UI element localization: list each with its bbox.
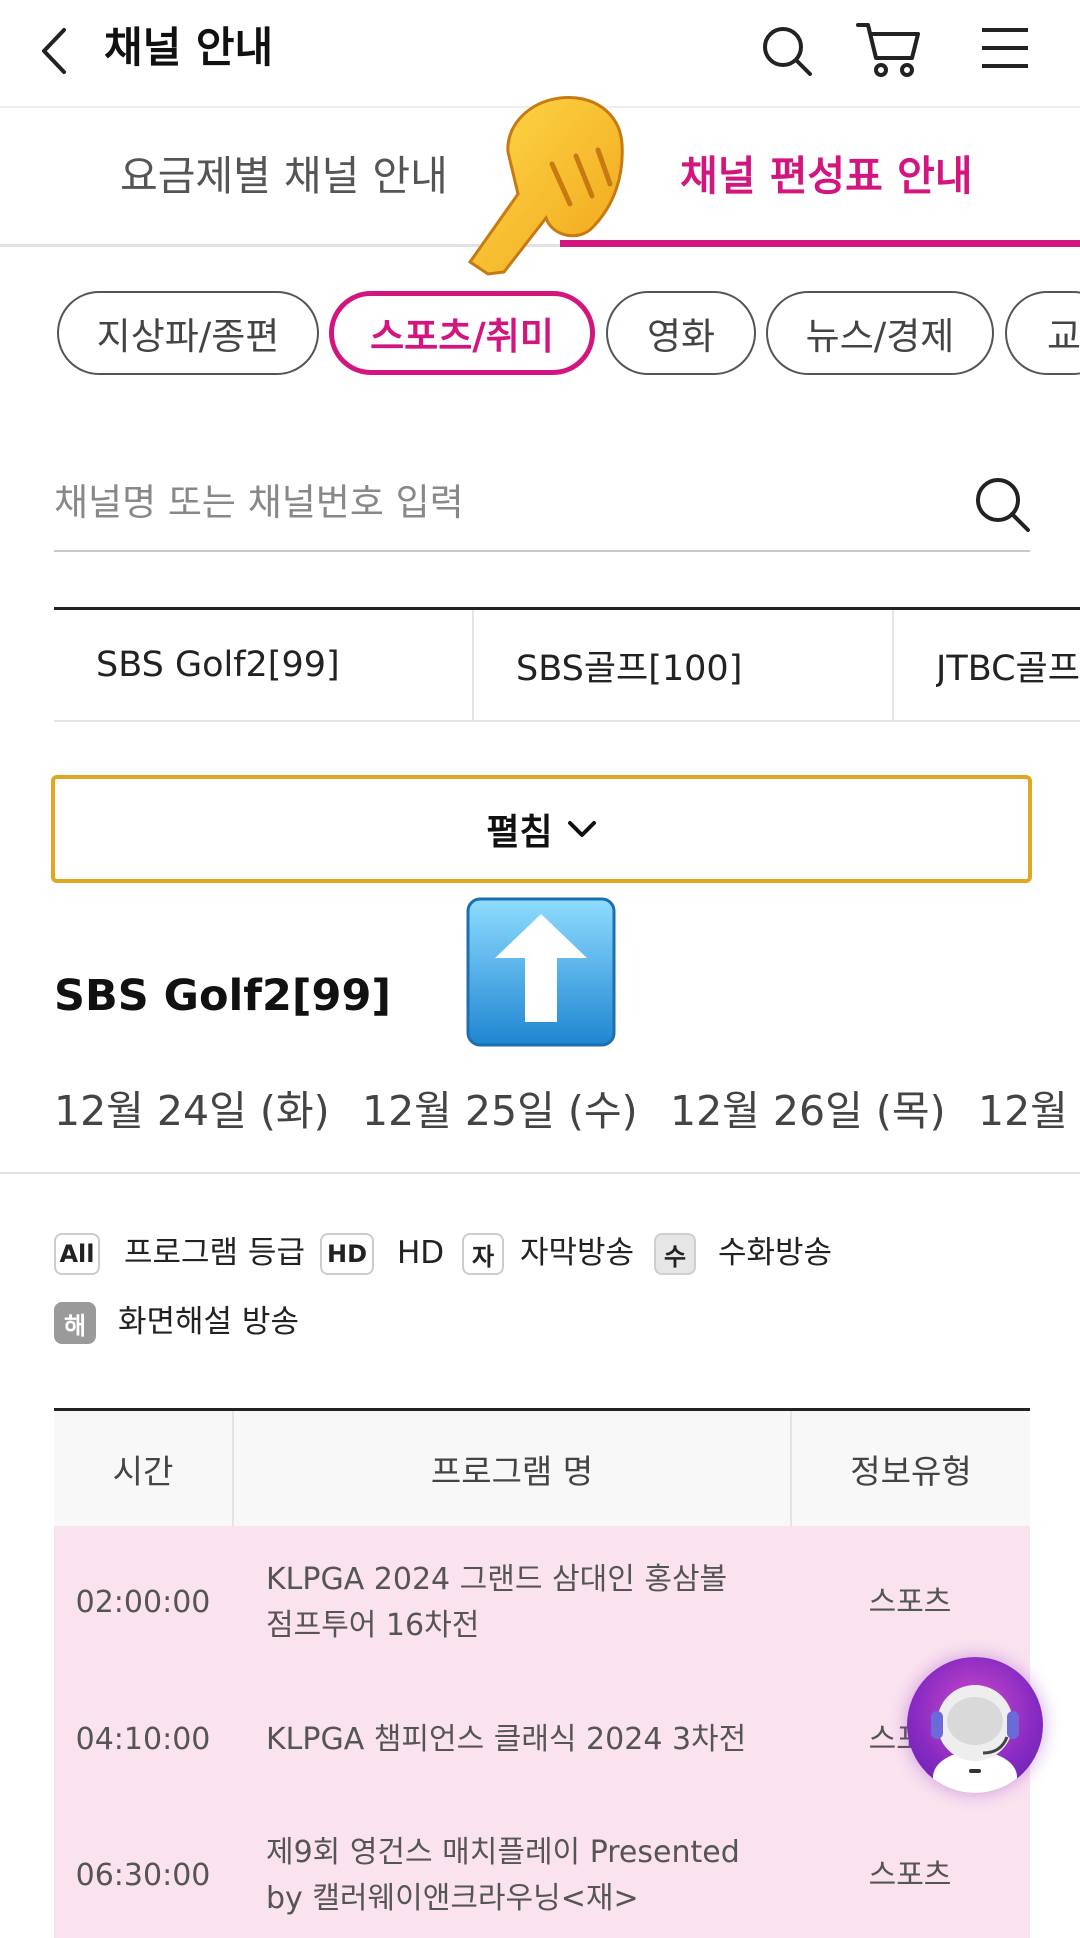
chatbot-avatar-icon	[931, 1685, 1019, 1793]
tab-channel-schedule[interactable]: 채널 편성표 안내	[680, 148, 973, 204]
pointing-hand-icon	[452, 86, 632, 282]
selected-channel-title: SBS Golf2[99]	[54, 971, 392, 1021]
badge-hd: HD	[320, 1233, 374, 1275]
date-tab-1224[interactable]: 12월 24일 (화)	[54, 1083, 330, 1139]
row1-program-line1[interactable]: KLPGA 2024 그랜드 삼대인 홍삼볼	[266, 1557, 766, 1603]
row2-program-line1[interactable]: KLPGA 챔피언스 클래식 2024 3차전	[266, 1717, 766, 1763]
row1-time: 02:00:00	[75, 1585, 211, 1620]
cart-button[interactable]	[856, 20, 922, 80]
badge-all: All	[54, 1233, 100, 1275]
legend-sign-language: 수화방송	[718, 1235, 833, 1271]
channel-item-sbs-golf[interactable]: SBS골프[100]	[516, 610, 886, 720]
page-title: 채널 안내	[104, 23, 274, 72]
chip-movies[interactable]: 영화	[606, 291, 756, 375]
column-header-time: 시간	[112, 1451, 174, 1491]
date-tab-1225[interactable]: 12월 25일 (수)	[362, 1083, 638, 1139]
date-tab-1227[interactable]: 12월 2	[978, 1083, 1080, 1139]
expand-label: 펼침	[486, 812, 553, 853]
column-header-program: 프로그램 명	[430, 1451, 594, 1491]
badge-audio-description: 해	[54, 1302, 96, 1344]
up-arrow-icon	[465, 896, 617, 1048]
search-icon	[763, 27, 812, 76]
channel-list-bottom-border	[54, 720, 1080, 722]
menu-icon	[982, 28, 1028, 68]
search-icon	[976, 478, 1030, 532]
menu-button[interactable]	[980, 26, 1030, 70]
row3-time: 06:30:00	[75, 1858, 211, 1893]
row3-program-line1[interactable]: 제9회 영건스 매치플레이 Presented	[266, 1830, 766, 1876]
chatbot-button[interactable]	[907, 1657, 1043, 1793]
legend-hd: HD	[397, 1235, 445, 1271]
badge-subtitle: 자	[462, 1233, 504, 1275]
row1-type: 스포츠	[868, 1585, 952, 1620]
row1-program-line2[interactable]: 점프투어 16차전	[266, 1603, 766, 1649]
date-tab-1226[interactable]: 12월 26일 (목)	[670, 1083, 946, 1139]
date-divider	[0, 1172, 1080, 1174]
chevron-down-icon	[567, 821, 596, 837]
chip-terrestrial[interactable]: 지상파/종편	[57, 291, 319, 375]
back-button[interactable]	[34, 26, 78, 76]
search-submit-button[interactable]	[972, 474, 1032, 534]
channel-separator	[892, 610, 894, 720]
search-input[interactable]: 채널명 또는 채널번호 입력	[54, 475, 464, 531]
legend-rating: 프로그램 등급	[124, 1235, 305, 1271]
row2-time: 04:10:00	[75, 1722, 211, 1757]
column-header-type: 정보유형	[850, 1451, 972, 1491]
search-button[interactable]	[760, 24, 814, 78]
expand-button[interactable]: 펼침	[51, 775, 1032, 883]
legend-subtitle: 자막방송	[520, 1235, 635, 1271]
row3-program-line2[interactable]: by 캘러웨이앤크라우닝<재>	[266, 1876, 766, 1922]
badge-sign-language: 수	[654, 1233, 696, 1275]
chip-news-economy[interactable]: 뉴스/경제	[766, 291, 994, 375]
row3-type: 스포츠	[868, 1858, 952, 1893]
back-chevron-icon	[42, 28, 66, 74]
chip-sports-hobby[interactable]: 스포츠/취미	[329, 291, 595, 375]
channel-item-sbs-golf2[interactable]: SBS Golf2[99]	[96, 610, 466, 720]
cart-icon	[856, 23, 920, 77]
active-tab-indicator	[560, 240, 1080, 247]
chip-education[interactable]: 교	[1005, 291, 1080, 375]
tab-plan-channels[interactable]: 요금제별 채널 안내	[120, 148, 448, 204]
channel-separator	[472, 610, 474, 720]
channel-item-jtbc-golf[interactable]: JTBC골프	[936, 610, 1080, 720]
search-underline	[54, 550, 1030, 552]
legend-audio-description: 화면해설 방송	[118, 1304, 299, 1340]
